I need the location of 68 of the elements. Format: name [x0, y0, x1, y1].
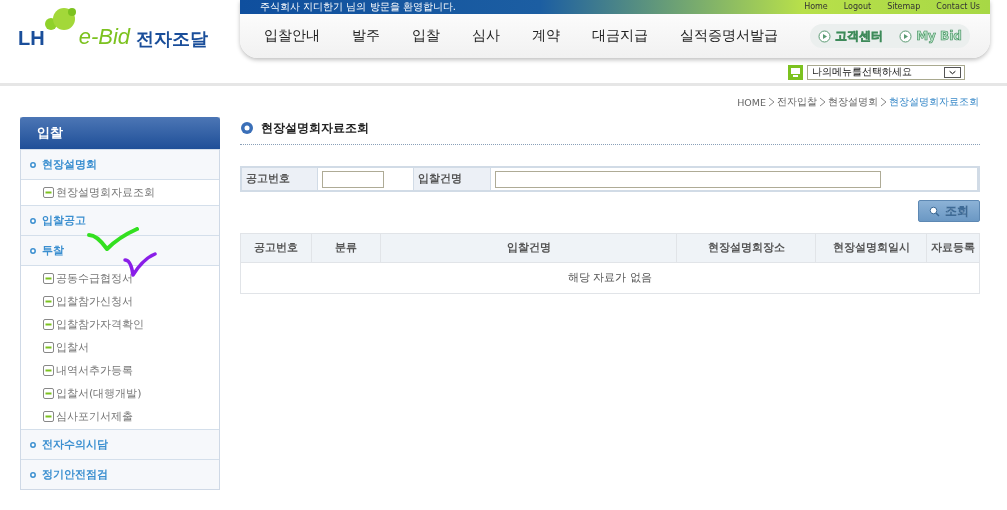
breadcrumb-link[interactable]: 현장설명회	[828, 95, 878, 109]
sidebar-section[interactable]: 현장설명회	[21, 149, 219, 179]
play-icon	[899, 29, 913, 43]
bullet-icon	[30, 161, 36, 168]
column-header: 현장설명회장소	[676, 233, 816, 263]
input-field[interactable]	[495, 170, 881, 188]
monitor-icon	[788, 65, 803, 80]
nav-item[interactable]: 심사	[472, 27, 500, 45]
sidebar-item[interactable]: 입찰참가자격확인	[21, 313, 219, 336]
top-link[interactable]: Sitemap	[887, 1, 921, 13]
top-link[interactable]: Logout	[843, 1, 872, 13]
bullet-icon	[240, 121, 254, 135]
nav-item[interactable]: 대금지급	[592, 27, 648, 45]
sidebar-item[interactable]: 내역서추가등록	[21, 359, 219, 382]
nav-item[interactable]: 계약	[532, 27, 560, 45]
play-icon	[818, 29, 832, 43]
sidebar-item[interactable]: 입찰참가신청서	[21, 290, 219, 313]
minus-icon	[43, 365, 54, 376]
sidebar-section[interactable]: 투찰	[21, 235, 219, 265]
nav-item[interactable]: 입찰	[412, 27, 440, 45]
minus-icon	[43, 342, 54, 353]
input-field[interactable]	[322, 170, 384, 188]
logo-text: e-Bid	[78, 26, 131, 48]
sidebar-item[interactable]: 공동수급협정서	[21, 267, 219, 290]
bullet-icon	[30, 247, 36, 254]
column-header: 분류	[311, 233, 381, 263]
sidebar-section[interactable]: 입찰공고	[21, 205, 219, 235]
column-header: 공고번호	[240, 233, 312, 263]
sidebar-item[interactable]: 현장설명회자료조회	[21, 181, 219, 204]
minus-icon	[43, 411, 54, 422]
minus-icon	[43, 388, 54, 399]
logo-text: 전자조달	[136, 30, 209, 48]
bullet-icon	[30, 217, 36, 224]
sidebar-title: 입찰	[20, 117, 220, 149]
empty-message: 해당 자료가 없음	[240, 262, 980, 294]
minus-icon	[43, 296, 54, 307]
my-menu-dropdown[interactable]: 나의메뉴를선택하세요	[807, 65, 965, 80]
chevron-icon	[819, 97, 826, 107]
sidebar-section[interactable]: 전자수의시담	[21, 429, 219, 459]
page-title: 현장설명회자료조회	[261, 119, 369, 137]
nav-item[interactable]: 실적증명서발급	[680, 27, 778, 45]
nav-item[interactable]: 입찰안내	[264, 27, 320, 45]
quick-link[interactable]: 고객센터	[818, 27, 884, 45]
sidebar-item[interactable]: 입찰서(대행개발)	[21, 382, 219, 405]
minus-icon	[43, 273, 54, 284]
breadcrumb-link[interactable]: HOME	[737, 96, 766, 108]
chevron-icon	[768, 97, 775, 107]
sidebar-section[interactable]: 정기안전점검	[21, 459, 219, 489]
column-header: 입찰건명	[380, 233, 677, 263]
breadcrumb-link[interactable]: 현장설명회자료조회	[889, 95, 979, 109]
minus-icon	[43, 187, 54, 198]
welcome-text: 주식회사 지디한기 님의 방문을 환영합니다.	[260, 0, 456, 14]
chevron-icon	[880, 97, 887, 107]
top-link[interactable]: Contact Us	[936, 1, 980, 13]
nav-item[interactable]: 발주	[352, 27, 380, 45]
search-icon	[929, 205, 940, 217]
bullet-icon	[30, 471, 36, 478]
top-link[interactable]: Home	[804, 1, 828, 13]
field-label: 입찰건명	[414, 168, 491, 190]
bullet-icon	[30, 441, 36, 448]
logo-text: LH	[18, 28, 45, 48]
column-header: 자료등록	[926, 233, 980, 263]
breadcrumb-link[interactable]: 전자입찰	[777, 95, 817, 109]
sidebar-item[interactable]: 입찰서	[21, 336, 219, 359]
column-header: 현장설명회일시	[815, 233, 927, 263]
sidebar-item[interactable]: 심사포기서제출	[21, 405, 219, 428]
minus-icon	[43, 319, 54, 330]
field-label: 공고번호	[242, 168, 318, 190]
